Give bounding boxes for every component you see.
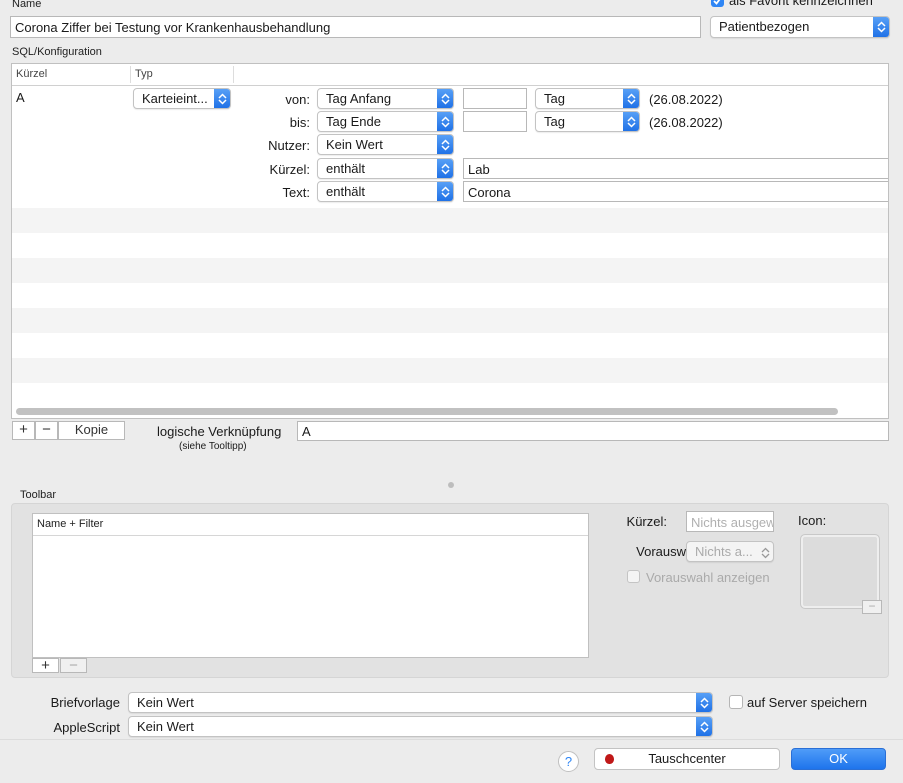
- server-checkbox[interactable]: [729, 695, 743, 709]
- favorite-checkbox[interactable]: [711, 0, 724, 7]
- table-row: [12, 308, 888, 333]
- von-offset-input[interactable]: [463, 88, 527, 109]
- kuerzel-operator-value: enthält: [326, 161, 366, 176]
- updown-arrows-icon: [696, 693, 712, 712]
- toolbar-add-button[interactable]: +: [32, 658, 59, 673]
- icon-remove-button[interactable]: −: [862, 600, 882, 614]
- icon-well[interactable]: [800, 534, 880, 609]
- toolbar-section-label: Toolbar: [20, 489, 57, 501]
- checkmark-icon: [713, 0, 721, 5]
- nutzer-label: Nutzer:: [268, 138, 310, 153]
- toolbar-box: Name + Filter + − Kürzel: Nichts ausgew …: [11, 503, 889, 678]
- applescript-label: AppleScript: [53, 720, 120, 735]
- updown-arrows-icon: [623, 89, 639, 108]
- toolbar-list[interactable]: Name + Filter: [32, 513, 589, 658]
- column-divider: [130, 66, 131, 83]
- text-operator-select[interactable]: enthält: [317, 181, 454, 202]
- von-unit-value: Tag: [544, 91, 565, 106]
- updown-arrows-icon: [437, 112, 453, 131]
- vorauswahl-value: Nichts a...: [695, 544, 753, 559]
- bis-unit-value: Tag: [544, 114, 565, 129]
- ok-button[interactable]: OK: [791, 748, 886, 770]
- table-row: [12, 233, 888, 258]
- bis-select-value: Tag Ende: [326, 114, 381, 129]
- updown-arrows-icon: [214, 89, 230, 108]
- von-label: von:: [285, 92, 310, 107]
- vorauswahl-checkbox[interactable]: [627, 570, 640, 583]
- name-field[interactable]: Corona Ziffer bei Testung vor Krankenhau…: [10, 16, 701, 38]
- kuerzel-filter-label: Kürzel:: [269, 162, 310, 177]
- scope-select[interactable]: Patientbezogen: [710, 16, 890, 38]
- column-header-kuerzel[interactable]: Kürzel: [16, 68, 47, 80]
- bis-label: bis:: [289, 115, 310, 130]
- copy-button[interactable]: Kopie: [58, 421, 125, 440]
- typ-select-value: Karteieint...: [142, 91, 208, 106]
- column-divider: [233, 66, 234, 83]
- split-handle[interactable]: [448, 482, 454, 488]
- apple-icon: [605, 754, 614, 764]
- bis-offset-input[interactable]: [463, 111, 527, 132]
- updown-arrows-icon: [873, 17, 889, 37]
- add-row-button[interactable]: +: [12, 421, 35, 440]
- scope-select-value: Patientbezogen: [719, 19, 810, 34]
- briefvorlage-value: Kein Wert: [137, 695, 194, 710]
- name-label: Name: [12, 0, 42, 10]
- toolbar-list-header-label[interactable]: Name + Filter: [37, 518, 103, 530]
- table-row: [12, 383, 888, 408]
- row-kuerzel[interactable]: A: [16, 90, 25, 105]
- toolbar-kuerzel-input[interactable]: Nichts ausgew: [686, 511, 774, 532]
- table-row: [12, 283, 888, 308]
- updown-arrows-icon: [437, 159, 453, 178]
- table-row: [12, 333, 888, 358]
- kuerzel-operator-select[interactable]: enthält: [317, 158, 454, 179]
- toolbar-list-header: Name + Filter: [33, 514, 588, 536]
- von-unit-select[interactable]: Tag: [535, 88, 640, 109]
- toolbar-kuerzel-label: Kürzel:: [626, 514, 667, 529]
- vorauswahl-select[interactable]: Nichts a...: [686, 541, 774, 562]
- updown-arrows-icon: [437, 89, 453, 108]
- updown-arrows-icon: [437, 182, 453, 201]
- column-header-typ[interactable]: Typ: [135, 68, 153, 80]
- von-date: (26.08.2022): [649, 92, 723, 107]
- table-row: [12, 358, 888, 383]
- toolbar-remove-button[interactable]: −: [60, 658, 87, 673]
- server-checkbox-label: auf Server speichern: [747, 695, 867, 710]
- table-row: [12, 258, 888, 283]
- sql-section-label: SQL/Konfiguration: [12, 46, 102, 58]
- icon-label: Icon:: [798, 513, 827, 528]
- nutzer-select[interactable]: Kein Wert: [317, 134, 454, 155]
- updown-arrows-icon: [761, 545, 770, 561]
- logic-hint: (siehe Tooltipp): [179, 441, 247, 452]
- tauschcenter-button[interactable]: Tauschcenter: [594, 748, 780, 770]
- applescript-value: Kein Wert: [137, 719, 194, 734]
- von-select-value: Tag Anfang: [326, 91, 392, 106]
- typ-select[interactable]: Karteieint...: [133, 88, 231, 109]
- table-header: Kürzel Typ: [12, 64, 888, 86]
- text-filter-label: Text:: [282, 185, 310, 200]
- vorauswahl-checkbox-label: Vorauswahl anzeigen: [646, 570, 770, 585]
- table-row: [12, 208, 888, 233]
- logic-input[interactable]: A: [297, 421, 889, 441]
- applescript-select[interactable]: Kein Wert: [128, 716, 713, 737]
- horizontal-scrollbar[interactable]: [16, 408, 838, 415]
- bis-date: (26.08.2022): [649, 115, 723, 130]
- bis-select[interactable]: Tag Ende: [317, 111, 454, 132]
- updown-arrows-icon: [696, 717, 712, 736]
- logic-label: logische Verknüpfung: [157, 424, 282, 439]
- text-operator-value: enthält: [326, 184, 366, 199]
- remove-row-button[interactable]: −: [35, 421, 58, 440]
- briefvorlage-select[interactable]: Kein Wert: [128, 692, 713, 713]
- briefvorlage-label: Briefvorlage: [50, 695, 120, 710]
- updown-arrows-icon: [623, 112, 639, 131]
- text-value-input[interactable]: Corona: [463, 181, 888, 202]
- help-button[interactable]: ?: [558, 751, 579, 772]
- updown-arrows-icon: [437, 135, 453, 154]
- favorite-label: als Favorit kennzeichnen: [729, 0, 873, 8]
- von-select[interactable]: Tag Anfang: [317, 88, 454, 109]
- sql-table: Kürzel Typ A Karteieint... von: Tag Anfa…: [11, 63, 889, 419]
- nutzer-select-value: Kein Wert: [326, 137, 383, 152]
- tauschcenter-label: Tauschcenter: [648, 751, 726, 766]
- bis-unit-select[interactable]: Tag: [535, 111, 640, 132]
- kuerzel-value-input[interactable]: Lab: [463, 158, 888, 179]
